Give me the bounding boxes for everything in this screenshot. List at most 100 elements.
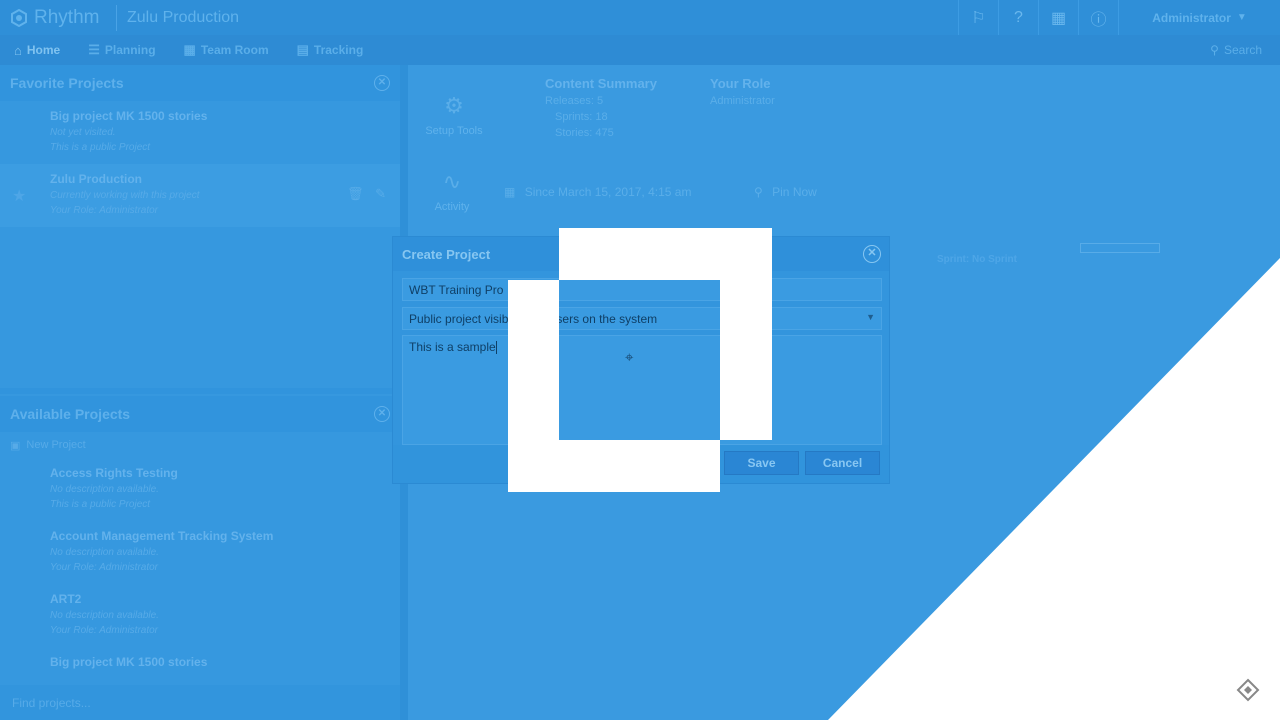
project-desc: No description available.	[50, 610, 159, 621]
activity-tile[interactable]: ∿ Activity	[416, 149, 488, 219]
project-name-field[interactable]: WBT Training Pro	[402, 278, 882, 301]
nav-team-room-label: Team Room	[200, 43, 269, 57]
project-role: Your Role: Administrator	[50, 562, 159, 573]
projects-sidebar: Favorite Projects ✕ Big project MK 1500 …	[0, 65, 400, 720]
map-pin-icon: ⚲	[754, 185, 763, 199]
planning-icon: ☰	[88, 42, 100, 57]
nav-search-label: Search	[1223, 43, 1262, 57]
available-title: Available Projects	[10, 406, 131, 422]
dialog-title: Create Project	[402, 246, 491, 262]
create-project-dialog: Create Project ✕ WBT Training Pro Public…	[392, 236, 890, 484]
since-text: Since March 15, 2017, 4:15 am	[524, 185, 692, 199]
project-desc: Not yet visited.	[50, 127, 116, 138]
visibility-value: Public project visible to all users on t…	[409, 312, 658, 326]
pane-divider[interactable]	[0, 388, 400, 394]
activity-label: Activity	[434, 201, 470, 213]
project-role: Your Role: Administrator	[50, 205, 159, 216]
activity-icon: ∿	[442, 169, 462, 194]
star-icon[interactable]: ★	[12, 186, 26, 206]
favorites-header: Favorite Projects ✕	[0, 65, 400, 101]
close-icon[interactable]: ✕	[863, 245, 881, 263]
favorite-project-item[interactable]: Big project MK 1500 stories Not yet visi…	[0, 101, 400, 164]
current-project-title[interactable]: Zulu Production	[127, 9, 239, 27]
cancel-button[interactable]: Cancel	[805, 451, 880, 475]
available-project-item[interactable]: Access Rights Testing No description ava…	[0, 458, 400, 521]
collapse-available-icon[interactable]: ✕	[374, 406, 390, 422]
notifications-icon[interactable]: ⚐	[958, 0, 998, 35]
nav-home[interactable]: ⌂ Home	[0, 35, 74, 65]
nav-team-room[interactable]: ▦ Team Room	[170, 35, 283, 65]
info-icon[interactable]: ⓘ	[1078, 0, 1118, 35]
available-project-item[interactable]: Account Management Tracking System No de…	[0, 521, 400, 584]
nav-planning-label: Planning	[104, 43, 156, 57]
edit-icon[interactable]: ✎	[375, 186, 386, 201]
description-value: This is a sample	[409, 340, 496, 354]
sprint-status: Sprint: No Sprint	[937, 254, 1017, 265]
new-document-icon: ▣	[10, 439, 21, 452]
tracking-icon: ▤	[296, 42, 309, 57]
project-name[interactable]: Account Management Tracking System	[50, 529, 400, 543]
setup-tools-label: Setup Tools	[425, 125, 483, 137]
your-role-title: Your Role	[710, 76, 771, 91]
project-role: This is a public Project	[50, 142, 151, 153]
new-project-link[interactable]: ▣ New Project	[0, 432, 400, 458]
nav-tracking[interactable]: ▤ Tracking	[283, 35, 378, 65]
summary-sprints: Sprints: 18	[555, 111, 608, 123]
sprint-progress-bar	[1080, 243, 1160, 253]
save-button[interactable]: Save	[724, 451, 799, 475]
find-projects-input[interactable]: Find projects...	[0, 685, 400, 720]
new-project-label: New Project	[26, 439, 86, 451]
pin-now[interactable]: ⚲ Pin Now	[754, 185, 817, 199]
brand-divider	[116, 4, 117, 31]
project-desc: No description available.	[50, 484, 159, 495]
pin-now-label: Pin Now	[772, 185, 817, 199]
chevron-down-icon: ▼	[1236, 12, 1247, 23]
project-actions: 🗑 ✎	[347, 186, 386, 202]
project-name[interactable]: Big project MK 1500 stories	[50, 109, 400, 123]
available-project-item[interactable]: ART2 No description available. Your Role…	[0, 584, 400, 647]
project-name[interactable]: Big project MK 1500 stories	[50, 655, 400, 669]
setup-tools-tile[interactable]: ⚙ Setup Tools	[418, 73, 490, 143]
content-summary: Content Summary Releases: 5 Sprints: 18 …	[545, 76, 657, 139]
trash-icon[interactable]: 🗑	[347, 186, 364, 201]
visibility-select[interactable]: Public project visible to all users on t…	[402, 307, 882, 330]
user-menu[interactable]: Administrator ▼	[1118, 0, 1280, 35]
dialog-header: Create Project ✕	[393, 237, 889, 271]
help-icon[interactable]: ?	[998, 0, 1038, 35]
find-projects-placeholder: Find projects...	[12, 695, 91, 710]
nav-bar: ⌂ Home ☰ Planning ▦ Team Room ▤ Tracking…	[0, 35, 1280, 65]
collapse-favorites-icon[interactable]: ✕	[374, 75, 390, 91]
brand[interactable]: Rhythm	[0, 0, 116, 35]
text-cursor-ibeam-icon: ⌖	[625, 349, 634, 366]
nav-search[interactable]: ⚲ Search	[1210, 35, 1262, 65]
summary-stories: Stories: 475	[555, 127, 614, 139]
home-icon: ⌂	[14, 42, 22, 58]
chevron-down-icon: ▼	[866, 312, 875, 322]
user-menu-label: Administrator	[1152, 10, 1231, 25]
project-role: This is a public Project	[50, 499, 151, 510]
team-room-icon: ▦	[183, 42, 196, 57]
nav-home-label: Home	[26, 43, 61, 57]
favorite-project-item[interactable]: ★ Zulu Production Currently working with…	[0, 164, 400, 227]
project-description-field[interactable]: This is a sample	[402, 335, 882, 445]
rhythm-logo-icon	[11, 8, 27, 27]
text-cursor	[495, 341, 497, 355]
project-name[interactable]: Access Rights Testing	[50, 466, 400, 480]
apps-grid-icon[interactable]: ▦	[1038, 0, 1078, 35]
available-project-item[interactable]: Big project MK 1500 stories	[0, 647, 400, 677]
brand-name: Rhythm	[34, 6, 100, 28]
available-projects: Available Projects ✕ ▣ New Project Acces…	[0, 396, 400, 677]
top-icons: ⚐ ? ▦ ⓘ Administrator ▼	[958, 0, 1280, 35]
calendar-icon: ▦	[504, 185, 516, 199]
project-name[interactable]: Zulu Production	[50, 172, 400, 186]
your-role: Your Role Administrator	[710, 76, 775, 107]
project-name[interactable]: ART2	[50, 592, 400, 606]
nav-planning[interactable]: ☰ Planning	[74, 35, 169, 65]
app-background: Rhythm Zulu Production ⚐ ? ▦ ⓘ Administr…	[0, 0, 1280, 720]
favorites-title: Favorite Projects	[10, 75, 124, 91]
project-role: Your Role: Administrator	[50, 625, 159, 636]
content-summary-title: Content Summary	[545, 76, 657, 91]
your-role-value: Administrator	[710, 95, 775, 107]
top-bar: Rhythm Zulu Production ⚐ ? ▦ ⓘ Administr…	[0, 0, 1280, 35]
available-header: Available Projects ✕	[0, 396, 400, 432]
